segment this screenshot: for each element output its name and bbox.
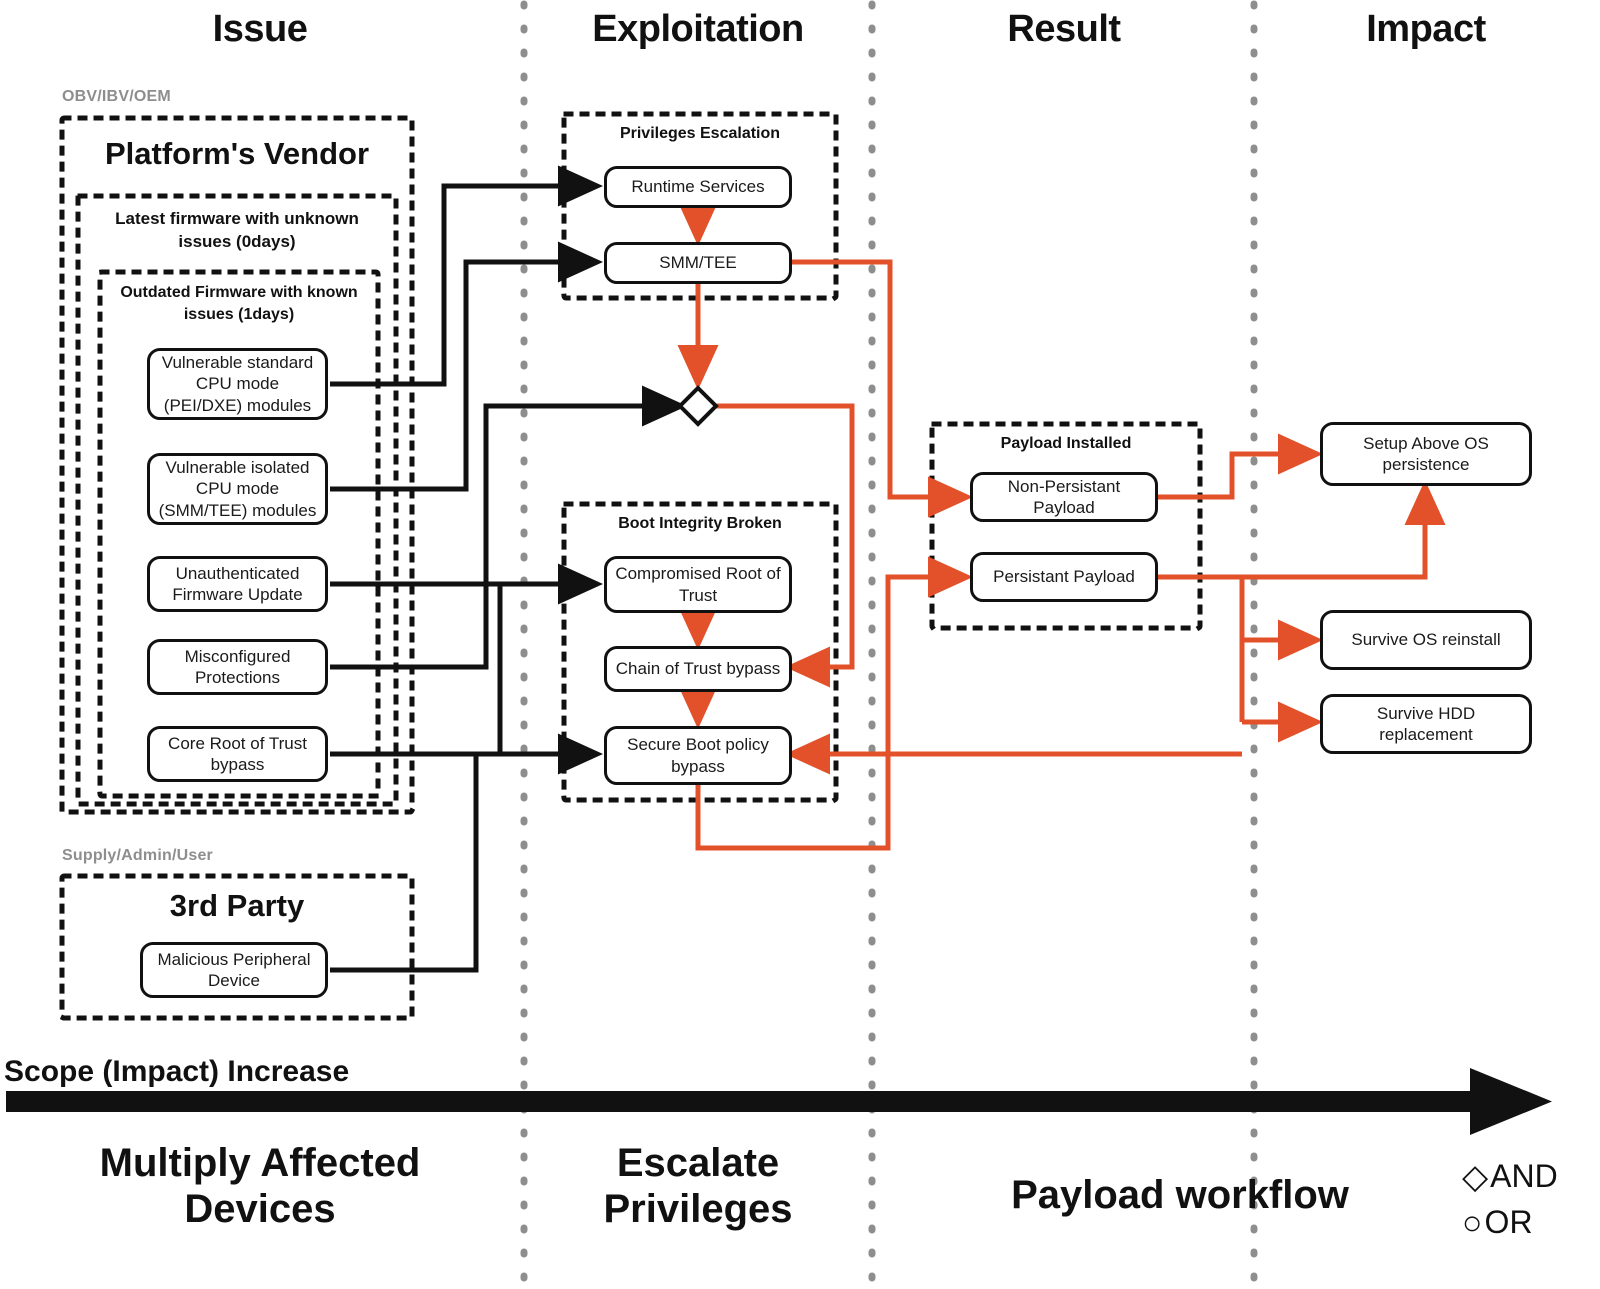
node-core-root-of-trust-bypass[interactable]: Core Root of Trust bypass	[147, 726, 328, 782]
node-setup-above-os-persistence[interactable]: Setup Above OS persistence	[1320, 422, 1532, 486]
edge-malicious-peripheral-to-secure-boot	[330, 754, 479, 973]
legend-label-and: AND	[1490, 1158, 1558, 1194]
circle-icon: ○	[1462, 1203, 1483, 1242]
column-header-impact: Impact	[1366, 8, 1486, 50]
node-smm-tee[interactable]: SMM/TEE	[604, 242, 792, 284]
legend-label-or: OR	[1484, 1204, 1533, 1240]
attack-flow-diagram: Issue Exploitation Result Impact OBV/IBV…	[0, 0, 1600, 1289]
group-title-privileges-escalation: Privileges Escalation	[619, 125, 781, 142]
node-survive-os-reinstall[interactable]: Survive OS reinstall	[1320, 610, 1532, 670]
group-title-latest-firmware: Latest firmware with unknown issues (0da…	[115, 209, 359, 251]
group-tag-obv-ibv-oem: OBV/IBV/OEM	[62, 88, 171, 105]
column-header-exploitation: Exploitation	[592, 8, 804, 50]
node-runtime-services[interactable]: Runtime Services	[604, 166, 792, 208]
edge-misconfigured-to-and	[330, 385, 688, 670]
node-non-persistant-payload[interactable]: Non-Persistant Payload	[970, 472, 1158, 522]
group-title-boot-integrity-broken: Boot Integrity Broken	[618, 515, 782, 532]
column-header-issue: Issue	[212, 8, 308, 50]
column-header-result: Result	[1007, 8, 1121, 50]
edge-secureboot-to-persistant	[695, 556, 974, 851]
node-vulnerable-standard-cpu[interactable]: Vulnerable standard CPU mode (PEI/DXE) m…	[147, 348, 328, 420]
node-survive-hdd-replacement[interactable]: Survive HDD replacement	[1320, 694, 1532, 754]
legend-item-and: ◇ AND	[1462, 1158, 1558, 1195]
group-tag-supply-admin-user: Supply/Admin/User	[62, 847, 213, 864]
group-title-payload-installed: Payload Installed	[1000, 435, 1132, 452]
node-secure-boot-policy-bypass[interactable]: Secure Boot policy bypass	[604, 726, 792, 785]
bottom-label-payload-workflow: Payload workflow	[1011, 1173, 1349, 1217]
node-chain-of-trust-bypass[interactable]: Chain of Trust bypass	[604, 646, 792, 692]
node-unauthenticated-firmware-update[interactable]: Unauthenticated Firmware Update	[147, 556, 328, 612]
diamond-icon: ◇	[1462, 1157, 1489, 1196]
bottom-label-multiply-affected-devices: Multiply Affected Devices	[99, 1141, 421, 1231]
and-gate-diamond	[677, 385, 719, 427]
scope-increase-label: Scope (Impact) Increase	[4, 1055, 350, 1088]
group-title-third-party: 3rd Party	[169, 888, 305, 923]
node-malicious-peripheral-device[interactable]: Malicious Peripheral Device	[140, 942, 328, 998]
edge-nonpersistant-to-setup-above-os	[1158, 433, 1324, 500]
edge-vuln-isolated-to-smm	[330, 241, 604, 492]
edge-and-to-chain-of-trust	[716, 403, 855, 688]
node-persistant-payload[interactable]: Persistant Payload	[970, 552, 1158, 602]
node-vulnerable-isolated-cpu[interactable]: Vulnerable isolated CPU mode (SMM/TEE) m…	[147, 453, 328, 525]
bottom-label-escalate-privileges: Escalate Privileges	[603, 1141, 793, 1231]
legend-item-or: ○ OR	[1462, 1204, 1533, 1241]
node-compromised-root-of-trust[interactable]: Compromised Root of Trust	[604, 556, 792, 613]
group-title-outdated-firmware: Outdated Firmware with known issues (1da…	[120, 284, 358, 323]
edge-persistant-to-setup-above-os	[1242, 479, 1446, 580]
node-misconfigured-protections[interactable]: Misconfigured Protections	[147, 639, 328, 695]
group-title-platform-vendor: Platform's Vendor	[104, 136, 370, 171]
